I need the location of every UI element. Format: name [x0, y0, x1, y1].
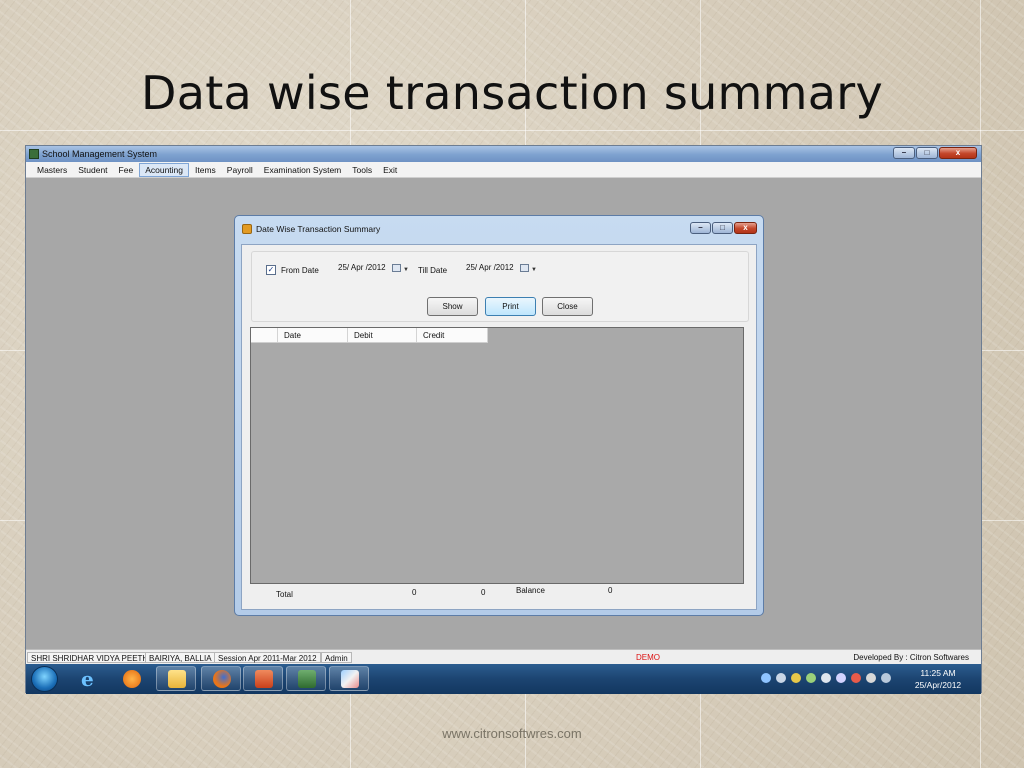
status-bar: SHRI SHRIDHAR VIDYA PEETH BAIRIYA, BALLI… — [26, 649, 981, 664]
from-date-value: 25/ Apr /2012 — [338, 263, 386, 272]
dialog-maximize-button[interactable]: □ — [712, 222, 733, 234]
network-icon[interactable] — [851, 673, 861, 683]
powerpoint-icon[interactable] — [243, 666, 283, 691]
status-user: Admin — [321, 652, 352, 663]
dialog-close-button[interactable]: x — [734, 222, 757, 234]
menu-items[interactable]: Items — [190, 164, 221, 176]
app-icon — [29, 149, 39, 159]
status-location: BAIRIYA, BALLIA — [145, 652, 216, 663]
slide-title: Data wise transaction summary — [141, 66, 883, 120]
close-button[interactable]: x — [939, 147, 977, 159]
media-player-icon[interactable] — [111, 666, 151, 691]
firefox-icon[interactable] — [201, 666, 241, 691]
row-header-corner — [251, 328, 278, 342]
dialog-minimize-button[interactable]: – — [690, 222, 711, 234]
menu-student[interactable]: Student — [73, 164, 112, 176]
from-date-picker[interactable]: 25/ Apr /2012 ▼ — [336, 261, 410, 275]
menu-masters[interactable]: Masters — [32, 164, 72, 176]
dialog-body: ✓ From Date 25/ Apr /2012 ▼ Till Date 25… — [241, 244, 757, 610]
print-button[interactable]: Print — [485, 297, 536, 316]
total-debit: 0 — [412, 588, 417, 597]
balance-value: 0 — [608, 586, 613, 595]
internet-explorer-icon[interactable]: e — [69, 666, 109, 691]
tray-icon[interactable] — [821, 673, 831, 683]
dialog-icon — [242, 224, 252, 234]
close-dialog-button[interactable]: Close — [542, 297, 593, 316]
till-date-value: 25/ Apr /2012 — [466, 263, 514, 272]
menu-fee[interactable]: Fee — [114, 164, 139, 176]
folder-icon[interactable] — [156, 666, 196, 691]
till-date-label: Till Date — [418, 266, 448, 275]
menu-bar: Masters Student Fee Acounting Items Payr… — [26, 162, 981, 178]
from-date-label: From Date — [281, 266, 319, 275]
total-credit: 0 — [481, 588, 486, 597]
transaction-grid[interactable]: Date Debit Credit — [250, 327, 744, 584]
chevron-down-icon: ▼ — [531, 267, 537, 273]
app-title: School Management System — [42, 149, 158, 159]
total-label: Total — [276, 590, 293, 599]
till-date-picker[interactable]: 25/ Apr /2012 ▼ — [464, 261, 538, 275]
tray-icon[interactable] — [761, 673, 771, 683]
chevron-down-icon: ▼ — [403, 267, 409, 273]
menu-payroll[interactable]: Payroll — [222, 164, 258, 176]
menu-accounting[interactable]: Acounting — [139, 162, 190, 177]
footer-url: www.citronsoftwres.com — [442, 726, 582, 741]
volume-icon[interactable] — [866, 673, 876, 683]
tray-icon[interactable] — [776, 673, 786, 683]
menu-exit[interactable]: Exit — [378, 164, 402, 176]
menu-examination-system[interactable]: Examination System — [259, 164, 346, 176]
app-titlebar[interactable]: School Management System – □ x — [26, 146, 981, 162]
dialog-window-controls: – □ x — [690, 222, 757, 234]
tray-icon[interactable] — [806, 673, 816, 683]
status-school: SHRI SHRIDHAR VIDYA PEETH — [27, 652, 153, 663]
transaction-summary-dialog: Date Wise Transaction Summary – □ x ✓ Fr… — [234, 215, 764, 616]
calendar-icon — [520, 264, 529, 272]
tray-icon[interactable] — [836, 673, 846, 683]
status-session: Session Apr 2011-Mar 2012 — [214, 652, 321, 663]
clock-date: 25/Apr/2012 — [914, 680, 962, 690]
windows-start-icon[interactable] — [31, 666, 58, 692]
tray-icon[interactable] — [791, 673, 801, 683]
clock-time: 11:25 AM — [920, 668, 956, 678]
app-icon[interactable] — [286, 666, 326, 691]
window-controls: – □ x — [893, 147, 977, 159]
status-mode: DEMO — [636, 653, 660, 662]
maximize-button[interactable]: □ — [916, 147, 938, 159]
menu-tools[interactable]: Tools — [347, 164, 377, 176]
taskbar: e 11:25 AM 25/Apr/2012 — [26, 664, 981, 694]
calendar-icon — [392, 264, 401, 272]
dialog-title: Date Wise Transaction Summary — [256, 224, 381, 234]
from-date-checkbox[interactable]: ✓ — [266, 265, 276, 275]
column-header-credit[interactable]: Credit — [417, 328, 488, 342]
minimize-button[interactable]: – — [893, 147, 915, 159]
show-button[interactable]: Show — [427, 297, 478, 316]
paint-icon[interactable] — [329, 666, 369, 691]
status-developer: Developed By : Citron Softwares — [853, 653, 969, 662]
date-filter-panel: ✓ From Date 25/ Apr /2012 ▼ Till Date 25… — [251, 251, 749, 322]
background-line — [0, 130, 1024, 131]
grid-header: Date Debit Credit — [251, 328, 488, 343]
display-icon[interactable] — [881, 673, 891, 683]
clock[interactable]: 11:25 AM 25/Apr/2012 — [903, 667, 973, 691]
system-tray — [761, 673, 891, 683]
column-header-debit[interactable]: Debit — [348, 328, 417, 342]
balance-label: Balance — [516, 586, 545, 595]
column-header-date[interactable]: Date — [278, 328, 348, 342]
